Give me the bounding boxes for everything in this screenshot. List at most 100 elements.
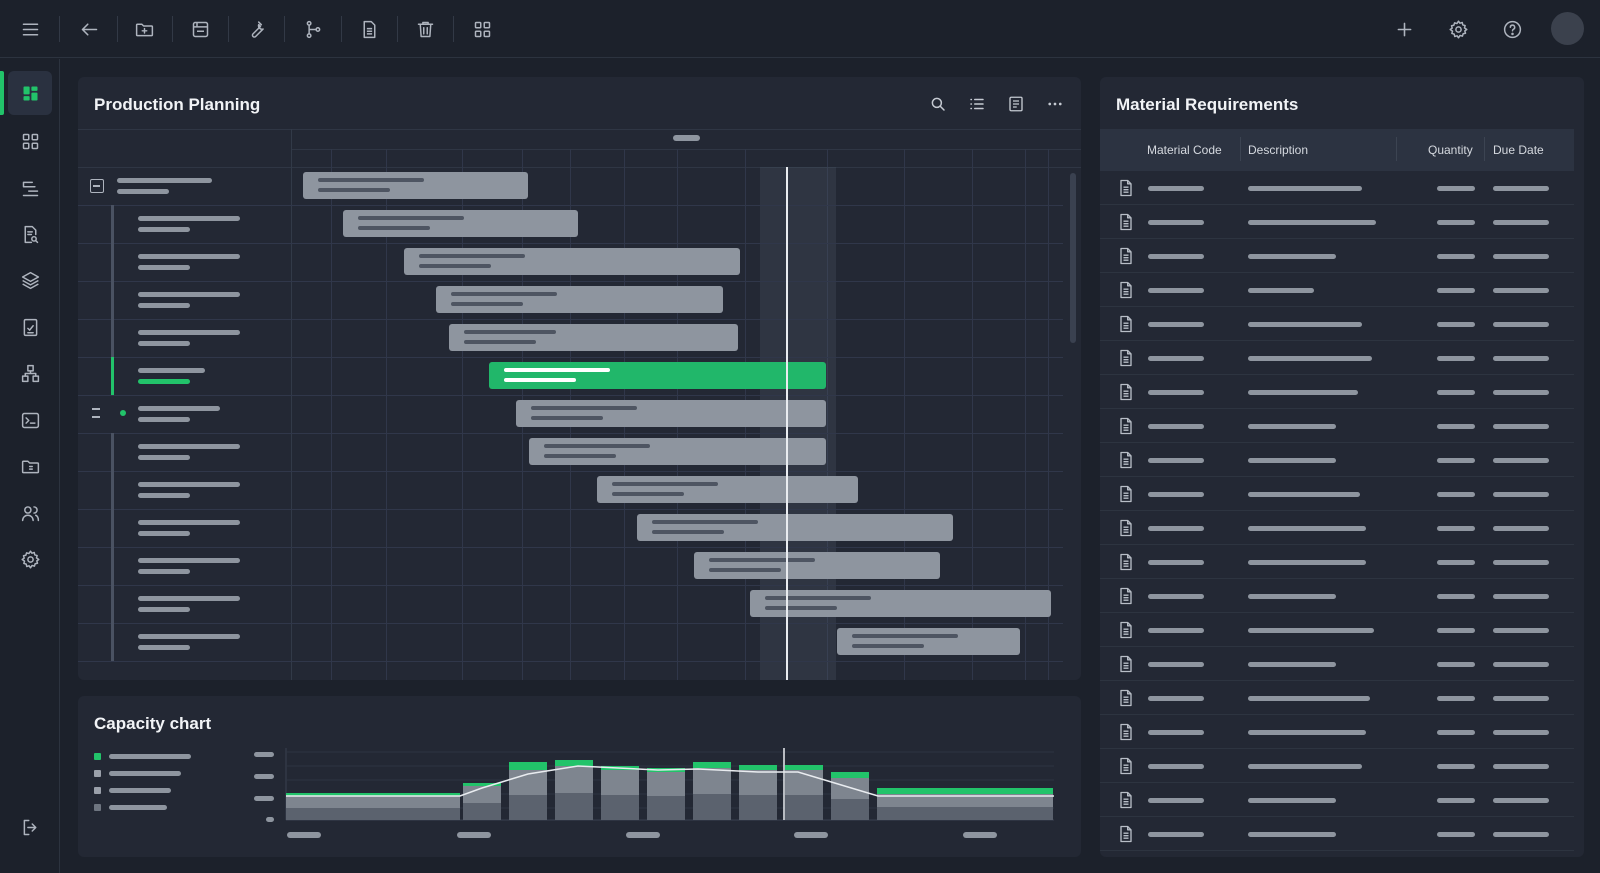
table-row[interactable]: [1100, 715, 1574, 749]
task-bar[interactable]: [303, 172, 528, 199]
document-search-icon[interactable]: [12, 216, 48, 252]
table-row[interactable]: [1100, 171, 1574, 205]
task-row[interactable]: [78, 357, 291, 395]
document-icon: [1116, 212, 1136, 232]
material-quantity: [1437, 220, 1475, 225]
task-row[interactable]: [78, 585, 291, 623]
material-code: [1148, 662, 1204, 667]
material-code: [1148, 424, 1204, 429]
task-row[interactable]: [78, 205, 291, 243]
hierarchy-icon[interactable]: [12, 355, 48, 391]
plus-icon[interactable]: [1387, 12, 1421, 46]
task-row[interactable]: [78, 509, 291, 547]
table-row[interactable]: [1100, 749, 1574, 783]
task-bar[interactable]: [529, 438, 826, 465]
table-row[interactable]: [1100, 443, 1574, 477]
trash-icon[interactable]: [408, 12, 442, 46]
avatar[interactable]: [1551, 12, 1584, 45]
column-due-date[interactable]: Due Date: [1493, 143, 1544, 157]
search-icon[interactable]: [927, 93, 949, 115]
task-bar[interactable]: [343, 210, 578, 237]
table-row[interactable]: [1100, 341, 1574, 375]
table-row[interactable]: [1100, 545, 1574, 579]
users-icon[interactable]: [12, 495, 48, 531]
task-row[interactable]: [78, 623, 291, 661]
wrench-icon[interactable]: [239, 12, 273, 46]
gear-icon[interactable]: [12, 541, 48, 577]
terminal-icon[interactable]: [12, 402, 48, 438]
notes-icon[interactable]: [1005, 93, 1027, 115]
collapse-icon-bar: [93, 185, 100, 187]
column-material-code[interactable]: Material Code: [1147, 143, 1222, 157]
task-row[interactable]: [78, 167, 291, 205]
column-description[interactable]: Description: [1248, 143, 1308, 157]
scrollbar[interactable]: [1070, 173, 1076, 343]
folder-plus-icon[interactable]: [127, 12, 161, 46]
dashboard-icon[interactable]: [8, 71, 52, 115]
task-bar[interactable]: [516, 400, 826, 427]
column-quantity[interactable]: Quantity: [1428, 143, 1473, 157]
task-bar[interactable]: [449, 324, 738, 351]
task-row[interactable]: [78, 319, 291, 357]
checklist-icon[interactable]: [12, 309, 48, 345]
table-row[interactable]: [1100, 409, 1574, 443]
material-code: [1148, 390, 1204, 395]
task-row[interactable]: [78, 433, 291, 471]
collapse-icon[interactable]: [90, 179, 104, 193]
task-row[interactable]: [78, 395, 291, 433]
task-bar[interactable]: [694, 552, 940, 579]
task-bar-selected[interactable]: [489, 362, 826, 389]
document-icon: [1116, 382, 1136, 402]
logout-icon[interactable]: [12, 809, 48, 845]
help-icon[interactable]: [1495, 12, 1529, 46]
table-row[interactable]: [1100, 647, 1574, 681]
grid-icon[interactable]: [12, 123, 48, 159]
table-row[interactable]: [1100, 817, 1574, 851]
filter-list-icon[interactable]: [12, 170, 48, 206]
material-description: [1248, 832, 1336, 837]
table-row[interactable]: [1100, 783, 1574, 817]
task-row[interactable]: [78, 547, 291, 585]
table-row[interactable]: [1100, 613, 1574, 647]
arrow-left-icon[interactable]: [72, 12, 106, 46]
save-icon[interactable]: [183, 12, 217, 46]
drag-handle-icon[interactable]: [92, 408, 100, 418]
menu-icon[interactable]: [13, 12, 47, 46]
task-row[interactable]: [78, 281, 291, 319]
table-row[interactable]: [1100, 511, 1574, 545]
y-tick-label: [254, 774, 274, 779]
tree-connector: [111, 547, 114, 585]
capacity-bar-overload: [693, 762, 731, 768]
toolbar-divider: [172, 16, 173, 42]
material-code: [1148, 220, 1204, 225]
more-icon[interactable]: [1044, 93, 1066, 115]
task-bar[interactable]: [436, 286, 723, 313]
table-row[interactable]: [1100, 375, 1574, 409]
table-row[interactable]: [1100, 477, 1574, 511]
folder-icon[interactable]: [12, 448, 48, 484]
task-bar[interactable]: [837, 628, 1020, 655]
table-row[interactable]: [1100, 579, 1574, 613]
list-icon[interactable]: [966, 93, 988, 115]
document-icon: [1116, 314, 1136, 334]
task-row[interactable]: [78, 243, 291, 281]
task-bar[interactable]: [750, 590, 1051, 617]
table-row[interactable]: [1100, 307, 1574, 341]
gear-icon[interactable]: [1441, 12, 1475, 46]
capacity-bar-base: [555, 793, 593, 820]
task-bar[interactable]: [637, 514, 953, 541]
task-bar[interactable]: [404, 248, 740, 275]
task-bar[interactable]: [597, 476, 858, 503]
material-description: [1248, 322, 1362, 327]
document-icon[interactable]: [352, 12, 386, 46]
document-icon: [1116, 688, 1136, 708]
task-row[interactable]: [78, 471, 291, 509]
grid-icon[interactable]: [465, 12, 499, 46]
git-branch-icon[interactable]: [296, 12, 330, 46]
document-icon: [1116, 280, 1136, 300]
table-row[interactable]: [1100, 681, 1574, 715]
table-row[interactable]: [1100, 239, 1574, 273]
table-row[interactable]: [1100, 205, 1574, 239]
table-row[interactable]: [1100, 273, 1574, 307]
layers-icon[interactable]: [12, 262, 48, 298]
